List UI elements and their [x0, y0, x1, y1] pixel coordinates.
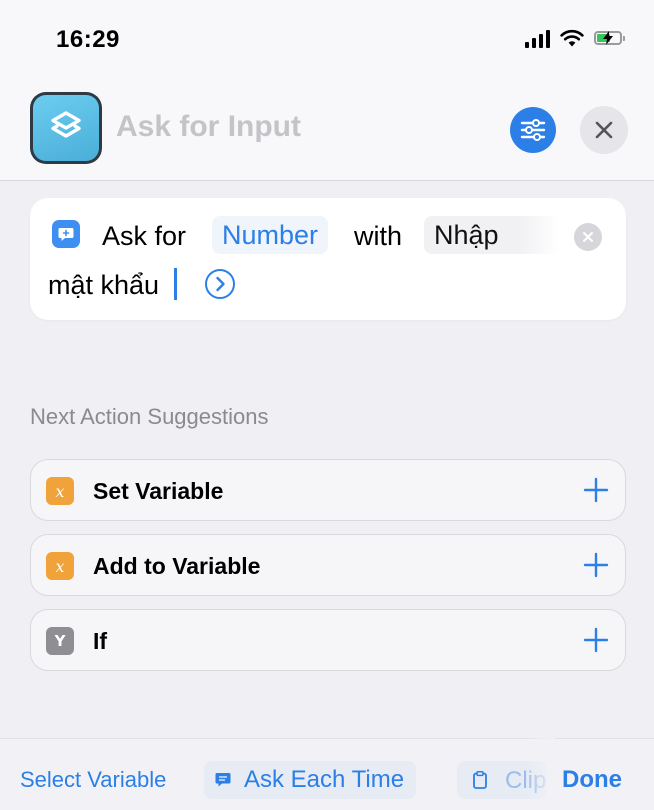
shortcuts-layers-icon [33, 95, 99, 161]
variable-icon: x [46, 552, 74, 580]
action-prefix: Ask for [102, 221, 187, 251]
action-connector: with [354, 221, 403, 251]
input-type-parameter[interactable]: Number [212, 216, 329, 254]
clear-prompt-button[interactable] [574, 223, 602, 251]
ask-for-input-action-card[interactable]: Ask for Number with Nhập mật khẩu [30, 198, 626, 320]
select-variable-button[interactable]: Select Variable [20, 767, 166, 793]
clear-icon [583, 232, 593, 242]
suggestion-label: Add to Variable [93, 553, 261, 579]
suggestion-label: Set Variable [93, 478, 224, 504]
wifi-icon [560, 29, 584, 47]
settings-button[interactable] [510, 107, 556, 153]
plus-icon[interactable] [583, 477, 609, 503]
variable-toolbar: Select Variable Ask Each Time Clipboard [0, 738, 654, 810]
battery-icon [594, 31, 625, 45]
suggestions-title: Next Action Suggestions [30, 404, 269, 429]
prompt-field[interactable]: Nhập [424, 216, 560, 254]
plus-icon[interactable] [583, 627, 609, 653]
suggestion-set-variable[interactable]: x Set Variable [30, 459, 626, 521]
sliders-icon [520, 119, 546, 141]
shortcut-app-icon[interactable] [30, 92, 102, 164]
variable-icon: x [46, 477, 74, 505]
ask-each-time-chip[interactable]: Ask Each Time [204, 761, 417, 799]
suggestion-label: If [93, 628, 108, 654]
clipboard-icon [473, 771, 487, 789]
speech-bubble-icon [52, 220, 80, 248]
page-title[interactable]: Ask for Input [116, 110, 301, 144]
toolbar-fade [525, 738, 555, 810]
expand-chevron-icon[interactable] [204, 268, 236, 300]
text-cursor [174, 268, 177, 300]
header-divider [0, 180, 654, 181]
status-time: 16:29 [56, 26, 120, 53]
plus-icon[interactable] [583, 552, 609, 578]
close-button[interactable] [580, 106, 628, 154]
suggestion-add-to-variable[interactable]: x Add to Variable [30, 534, 626, 596]
charging-bolt-icon [603, 31, 613, 45]
cellular-signal-icon [525, 28, 550, 48]
close-icon [595, 121, 613, 139]
done-button[interactable]: Done [562, 766, 622, 794]
speech-bubble-icon [215, 773, 231, 787]
branch-icon: Y [46, 627, 74, 655]
status-icons [525, 28, 625, 48]
prompt-field-continued[interactable]: mật khẩu [48, 268, 159, 302]
suggestion-if[interactable]: Y If [30, 609, 626, 671]
ask-each-time-label: Ask Each Time [244, 766, 405, 793]
